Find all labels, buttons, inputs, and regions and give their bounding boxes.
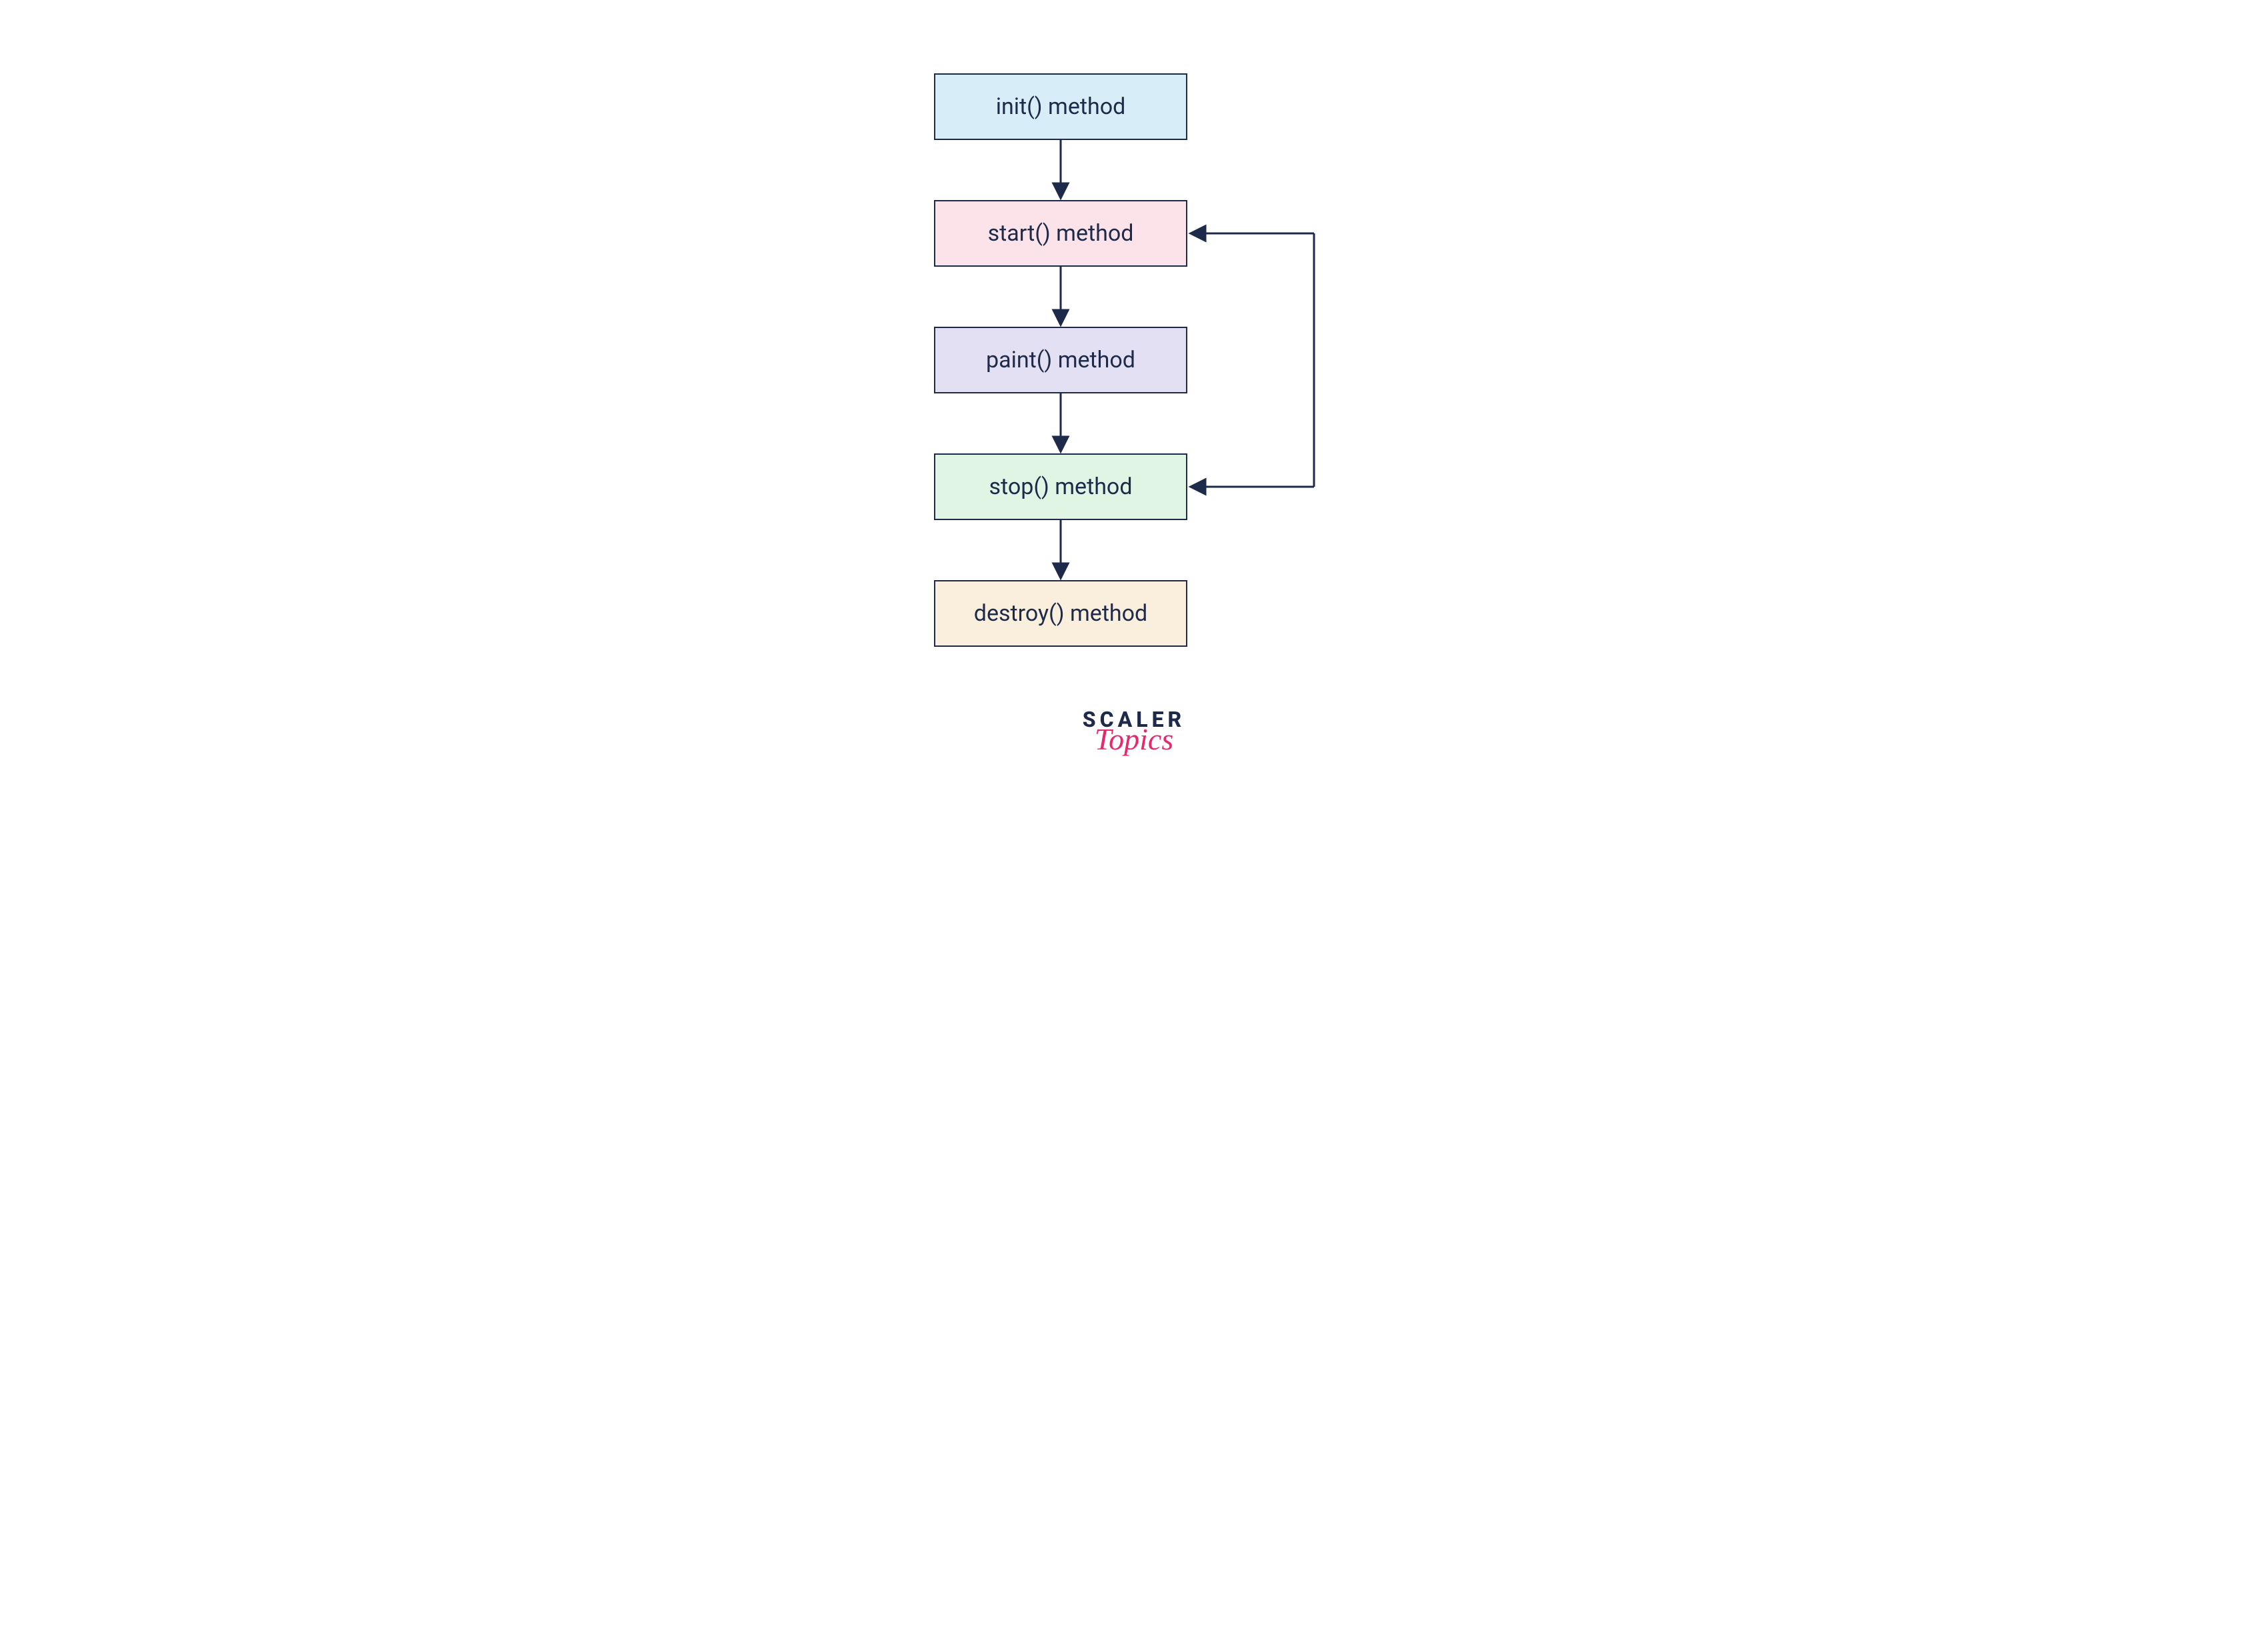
node-start: start() method: [934, 200, 1187, 267]
node-paint-label: paint() method: [986, 347, 1135, 373]
logo: SCALER Topics: [1083, 707, 1185, 757]
logo-topics-text: Topics: [1095, 721, 1173, 757]
node-stop: stop() method: [934, 453, 1187, 520]
node-start-label: start() method: [988, 220, 1134, 247]
flowchart: init() method start() method paint() met…: [834, 73, 1434, 660]
node-destroy-label: destroy() method: [974, 600, 1147, 627]
node-destroy: destroy() method: [934, 580, 1187, 647]
node-init: init() method: [934, 73, 1187, 140]
node-init-label: init() method: [996, 93, 1126, 120]
node-stop-label: stop() method: [989, 473, 1133, 500]
node-paint: paint() method: [934, 327, 1187, 393]
